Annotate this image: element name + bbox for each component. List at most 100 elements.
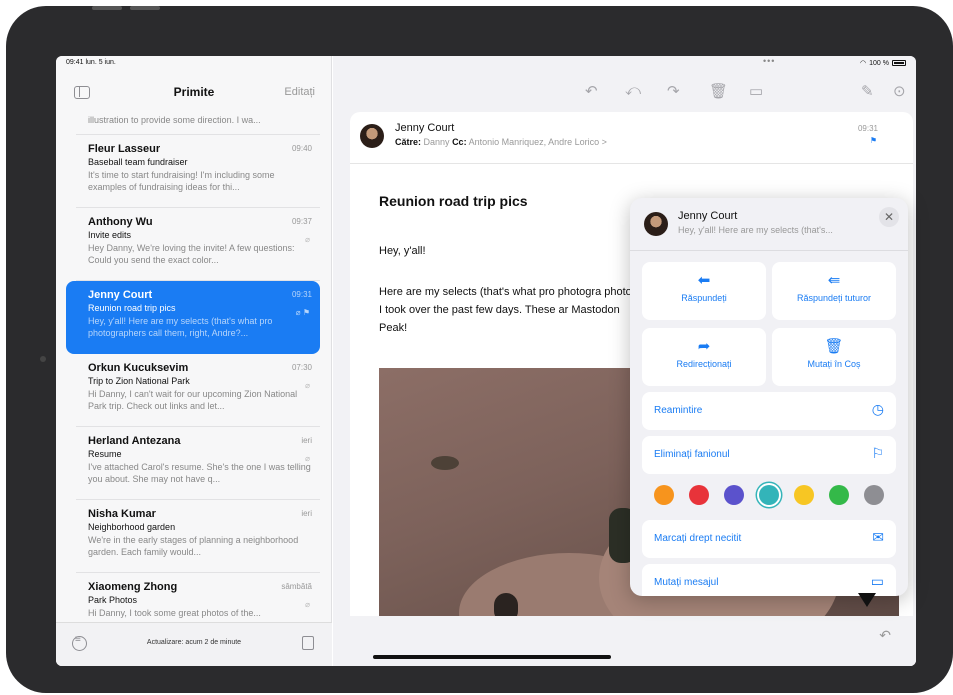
envelope-icon: ✉ [872, 529, 884, 545]
volume-button [92, 6, 122, 10]
photo-person [494, 593, 518, 616]
message-time: ieri [301, 436, 312, 445]
message-preview: It's time to start fundraising! I'm incl… [88, 170, 275, 192]
volume-button [130, 6, 160, 10]
wifi-icon: ◠ [860, 60, 867, 67]
photo-bush [431, 456, 459, 470]
reply-all-button[interactable]: ⇚ Răspundeți tuturor [772, 262, 896, 320]
message-greeting: Hey, y'all! [379, 245, 426, 257]
reply-all-icon[interactable]: ⤺ [625, 82, 641, 99]
message-time: 07:30 [291, 363, 312, 372]
move-message-button[interactable]: Mutați mesajul ▭ [642, 564, 896, 596]
message-preview: Hey Danny, We're loving the invite! A fe… [88, 243, 295, 265]
forward-icon[interactable]: ↷ [667, 82, 680, 100]
message-time: sâmbătă [281, 582, 312, 591]
message-preview: Hi Danny, I can't wait for our upcoming … [88, 389, 298, 411]
trash-icon[interactable]: 🗑︎ [709, 82, 728, 100]
list-item-snippet[interactable]: illustration to provide some direction. … [76, 112, 320, 135]
message-subject: Baseball team fundraiser [88, 157, 188, 167]
sender-name: Nisha Kumar [88, 508, 156, 520]
flag-color-green[interactable] [829, 485, 849, 505]
avatar [644, 212, 668, 236]
multitasking-dots[interactable]: ••• [763, 56, 775, 66]
flag-color-red[interactable] [689, 485, 709, 505]
forward-button[interactable]: ➦ Redirecționați [642, 328, 766, 386]
message-preview: We're in the early stages of planning a … [88, 535, 299, 557]
reply-icon: ⬅ [697, 272, 711, 289]
attachment-icon: ⌀ [305, 600, 310, 609]
remind-button[interactable]: Reamintire ◷ [642, 392, 896, 430]
trash-button[interactable]: 🗑︎ Mutați în Coș [772, 328, 896, 386]
flag-color-orange[interactable] [654, 485, 674, 505]
mailbox-sidebar: 09:41 lun. 5 iun. Primite Editați illust… [56, 56, 332, 666]
reply-button[interactable]: ⬅ Răspundeți [642, 262, 766, 320]
flag-color-purple[interactable] [724, 485, 744, 505]
home-indicator[interactable] [373, 655, 611, 659]
flag-color-picker [642, 478, 896, 512]
attachment-icon: ⌀ [305, 381, 310, 390]
sender-name: Xiaomeng Zhong [88, 581, 178, 593]
compose-icon[interactable]: ✎ [861, 82, 874, 100]
folder-icon[interactable]: ▭ [749, 82, 763, 100]
popover-preview: Hey, y'all! Here are my selects (that's.… [678, 225, 833, 235]
sidebar-bottom-bar: Actualizare: acum 2 de minute [56, 622, 332, 666]
message-subject: Park Photos [88, 595, 138, 605]
mailboxes-stack-icon[interactable] [302, 636, 314, 650]
message-subject: Neighborhood garden [88, 522, 176, 532]
status-datetime: 09:41 lun. 5 iun. [66, 59, 116, 66]
message-body: Here are my selects (that's what pro pho… [379, 286, 638, 334]
unflag-button[interactable]: Eliminați fanionul ⚐ [642, 436, 896, 474]
message-preview: Hi Danny, I took some great photos of th… [88, 608, 261, 618]
attachment-flag-icon: ⌀ ⚑ [295, 308, 310, 317]
flag-color-teal[interactable] [759, 485, 779, 505]
list-item[interactable]: Herland Antezana ieri ⌀ Resume I've atta… [76, 427, 320, 500]
sender-name[interactable]: Jenny Court [395, 122, 454, 134]
flag-color-gray[interactable] [864, 485, 884, 505]
more-icon[interactable]: ⊙ [893, 82, 906, 100]
mark-unread-button[interactable]: Marcați drept necitit ✉ [642, 520, 896, 558]
flag-icon: ⚑ [869, 136, 877, 145]
avatar[interactable] [360, 124, 384, 148]
camera-dot [40, 356, 46, 362]
list-item[interactable]: Anthony Wu 09:37 ⌀ Invite edits Hey Dann… [76, 208, 320, 281]
status-battery: ◠ 100 % [860, 59, 906, 67]
popover-sender-name: Jenny Court [678, 210, 738, 222]
message-subject: Resume [88, 449, 122, 459]
forward-icon: ➦ [697, 338, 711, 355]
message-time: 09:40 [291, 144, 312, 153]
bottom-bar: ↶ [333, 616, 916, 666]
unflag-icon: ⚐ [871, 445, 884, 461]
battery-icon [892, 60, 906, 66]
clock-icon: ◷ [871, 401, 884, 417]
divider [350, 163, 913, 164]
update-status: Actualizare: acum 2 de minute [146, 639, 242, 646]
divider [630, 250, 908, 251]
list-item[interactable]: Fleur Lasseur 09:40 Baseball team fundra… [76, 135, 320, 208]
flag-color-yellow[interactable] [794, 485, 814, 505]
sender-name: Herland Antezana [88, 435, 181, 447]
list-item[interactable]: Orkun Kucuksevim 07:30 ⌀ Trip to Zion Na… [76, 354, 320, 427]
reply-actions-popover: Jenny Court Hey, y'all! Here are my sele… [630, 198, 908, 596]
attachment-icon: ⌀ [305, 235, 310, 244]
reply-all-icon: ⇚ [827, 272, 841, 289]
message-preview: Hey, y'all! Here are my selects (that's … [88, 316, 273, 338]
reply-icon[interactable]: ↶ [585, 82, 598, 100]
message-time: 09:31 [291, 290, 312, 299]
sender-name: Jenny Court [88, 289, 153, 301]
sender-name: Orkun Kucuksevim [88, 362, 189, 374]
list-item-selected[interactable]: Jenny Court 09:31 ⌀ ⚑ Reunion road trip … [66, 281, 320, 354]
trash-icon: 🗑︎ [824, 338, 844, 355]
close-icon[interactable]: ✕ [879, 207, 899, 227]
recipients[interactable]: Către: Danny Cc: Antonio Manriquez, Andr… [395, 137, 607, 147]
message-time: 09:37 [291, 217, 312, 226]
reply-icon[interactable]: ↶ [879, 627, 891, 644]
popover-tail [858, 593, 876, 607]
message-subject: Invite edits [88, 230, 132, 240]
message-subject: Trip to Zion National Park [88, 376, 190, 386]
edit-button[interactable]: Editați [284, 86, 315, 98]
sender-name: Anthony Wu [88, 216, 153, 228]
list-item[interactable]: Nisha Kumar ieri Neighborhood garden We'… [76, 500, 320, 573]
sender-name: Fleur Lasseur [88, 143, 161, 155]
message-preview: I've attached Carol's resume. She's the … [88, 462, 311, 484]
message-time: ieri [301, 509, 312, 518]
